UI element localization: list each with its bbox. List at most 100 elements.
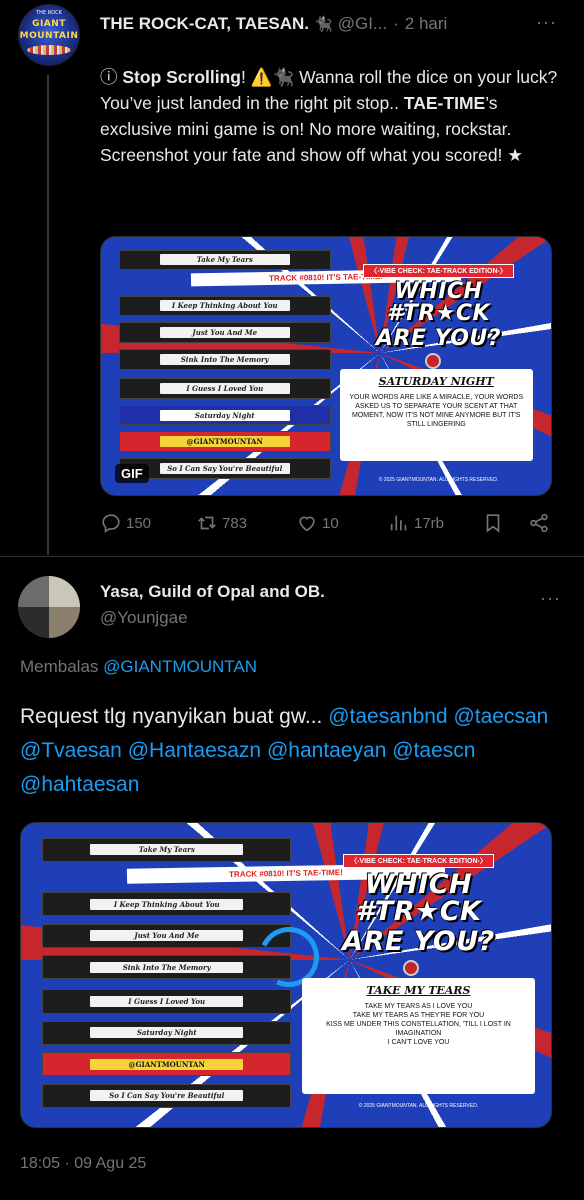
- repost-button[interactable]: 783: [196, 512, 247, 534]
- tag-icon: [402, 959, 419, 976]
- action-bar: 150 783 10 17rb: [100, 512, 560, 542]
- share-button[interactable]: [528, 512, 554, 534]
- tape: Just You And Me: [119, 322, 331, 343]
- tape-label: I Keep Thinking About You: [159, 300, 290, 312]
- views-icon: [390, 515, 407, 531]
- tape-label: Sink Into The Memory: [159, 353, 290, 365]
- result-lyric: TAKE MY TEARS AS THEY'RE FOR YOU: [352, 1012, 485, 1020]
- gif-badge: GIF: [115, 464, 149, 483]
- result-card: TAKE MY TEARS TAKE MY TEARS AS I LOVE YO…: [301, 978, 536, 1094]
- tape: I Guess I Loved You: [42, 989, 292, 1014]
- more-icon[interactable]: ···: [536, 12, 557, 33]
- tweet-text: Request tlg nyanyikan buat gw... @taesan…: [20, 700, 560, 802]
- media-title-sub: 〈-VIBE CHECK: TAE-TRACK EDITION-〉: [343, 854, 494, 869]
- info-icon: ⓘ: [100, 67, 118, 87]
- separator-dot: ·: [393, 14, 399, 33]
- avatar-tile: [18, 607, 49, 638]
- tape-label: Take My Tears: [159, 254, 290, 266]
- bookmark-icon: [486, 514, 500, 533]
- tape: Saturday Night: [42, 1020, 292, 1045]
- bookmark-button[interactable]: [482, 512, 508, 534]
- reply-count: 150: [126, 514, 152, 532]
- avatar-tile: [49, 607, 80, 638]
- tape-label: Saturday Night: [90, 1027, 244, 1039]
- tape-label: Saturday Night: [159, 409, 290, 421]
- tweet-media[interactable]: Take My Tears I Keep Thinking About You …: [20, 822, 552, 1128]
- reply-prefix: Membalas: [20, 657, 104, 676]
- media-title-line2: ARE YOU?: [375, 326, 502, 352]
- result-lyric: YOUR WORDS ARE LIKE A MIRACLE, YOUR WORD…: [349, 393, 524, 428]
- tape-label: @GIANTMOUNTAN: [90, 1058, 244, 1070]
- media-title: 〈-VIBE CHECK: TAE-TRACK EDITION-〉 WHICH …: [302, 850, 535, 955]
- mention-link[interactable]: @Hantaesazn: [128, 739, 261, 762]
- tweet-header: THE ROCK-CAT, TAESAN. 🐈‍⬛ @GI... · 2 har…: [100, 11, 570, 37]
- tape: Sink Into The Memory: [42, 954, 292, 980]
- mention-link[interactable]: @hahtaesan: [20, 773, 139, 796]
- more-icon[interactable]: ···: [540, 588, 561, 609]
- mention-link[interactable]: @taescn: [392, 739, 475, 762]
- tape: So I Can Say You're Beautiful: [42, 1083, 292, 1108]
- like-button[interactable]: 10: [296, 512, 339, 534]
- views-button[interactable]: 17rb: [388, 512, 444, 534]
- reply-icon: [102, 514, 120, 533]
- mention-link[interactable]: @taecsan: [453, 705, 548, 728]
- tape: @GIANTMOUNTAN: [119, 431, 331, 453]
- result-song: SATURDAY NIGHT: [378, 374, 494, 388]
- avatar-tiny-text: THE ROCK: [36, 10, 62, 16]
- tweet-media[interactable]: Take My Tears I Keep Thinking About You …: [100, 236, 552, 496]
- divider: [0, 556, 584, 557]
- tape-label: Just You And Me: [90, 930, 244, 942]
- tape: Sink Into The Memory: [119, 349, 331, 370]
- repost-icon: [198, 516, 216, 530]
- tape-label: So I Can Say You're Beautiful: [159, 462, 290, 474]
- media-copyright: © 2025 GIANTMOUNTAN. ALL RIGHTS RESERVED…: [378, 476, 499, 483]
- display-name[interactable]: THE ROCK-CAT, TAESAN.: [100, 14, 309, 34]
- avatar-tile: [49, 576, 80, 607]
- tape-label: I Guess I Loved You: [90, 995, 244, 1007]
- mention-link[interactable]: @taesanbnd: [328, 705, 447, 728]
- avatar-swirl: [27, 45, 71, 55]
- tape: I Keep Thinking About You: [119, 295, 331, 317]
- thread-line: [47, 75, 49, 555]
- tape: Just You And Me: [42, 923, 292, 948]
- mention-link[interactable]: @hantaeyan: [267, 739, 386, 762]
- handle[interactable]: @GI...: [338, 14, 387, 34]
- avatar[interactable]: [18, 576, 80, 638]
- views-count: 17rb: [414, 514, 445, 532]
- like-count: 10: [322, 514, 339, 532]
- tape-label: Just You And Me: [159, 327, 290, 339]
- result-lyric: KISS ME UNDER THIS CONSTELLATION, 'TILL …: [326, 1021, 511, 1038]
- tweet-text-bold: TAE-TIME: [403, 93, 486, 113]
- media-copyright: © 2025 GIANTMOUNTAN. ALL RIGHTS RESERVED…: [358, 1102, 479, 1109]
- post-timestamp[interactable]: 18:05 · 09 Agu 25: [20, 1155, 146, 1173]
- media-title-sub: 〈-VIBE CHECK: TAE-TRACK EDITION-〉: [363, 264, 514, 279]
- tweet-text: ⓘ Stop Scrolling! ⚠️🐈‍⬛ Wanna roll the d…: [100, 64, 570, 168]
- tape-label: I Keep Thinking About You: [90, 898, 244, 910]
- tape-highlight: Saturday Night: [119, 404, 331, 426]
- mention-link[interactable]: @Tvaesan: [20, 739, 122, 762]
- tape: I Keep Thinking About You: [42, 892, 292, 917]
- share-icon: [530, 513, 548, 533]
- reply-button[interactable]: 150: [100, 512, 151, 534]
- tape-label: So I Can Say You're Beautiful: [90, 1090, 244, 1102]
- result-lyric: I CAN'T LOVE YOU: [387, 1039, 450, 1047]
- result-card: SATURDAY NIGHT YOUR WORDS ARE LIKE A MIR…: [339, 368, 533, 462]
- reply-mention[interactable]: @GIANTMOUNTAN: [103, 657, 257, 676]
- avatar[interactable]: THE ROCK GIANT MOUNTAIN: [18, 4, 80, 66]
- tape: So I Can Say You're Beautiful: [119, 458, 331, 479]
- avatar-tile: [18, 576, 49, 607]
- heart-icon: [299, 516, 315, 532]
- post-time[interactable]: 2 hari: [405, 14, 448, 34]
- avatar-logo-top: GIANT: [32, 19, 66, 29]
- tape: Take My Tears: [42, 837, 292, 863]
- tape-label: I Guess I Loved You: [159, 382, 290, 394]
- media-title-line1: WHICH #TR★CK: [386, 279, 491, 327]
- media-title: 〈-VIBE CHECK: TAE-TRACK EDITION-〉 WHICH …: [340, 260, 538, 350]
- avatar-logo-bottom: MOUNTAIN: [19, 31, 79, 41]
- display-name[interactable]: Yasa, Guild of Opal and OB.: [100, 582, 325, 602]
- tape-label: @GIANTMOUNTAN: [159, 436, 290, 448]
- cat-emoji: 🐈‍⬛: [314, 16, 333, 33]
- tweet-text-part: Request tlg nyanyikan buat gw...: [20, 705, 329, 728]
- tape: I Guess I Loved You: [119, 378, 331, 399]
- handle[interactable]: @Younjgae: [100, 608, 188, 628]
